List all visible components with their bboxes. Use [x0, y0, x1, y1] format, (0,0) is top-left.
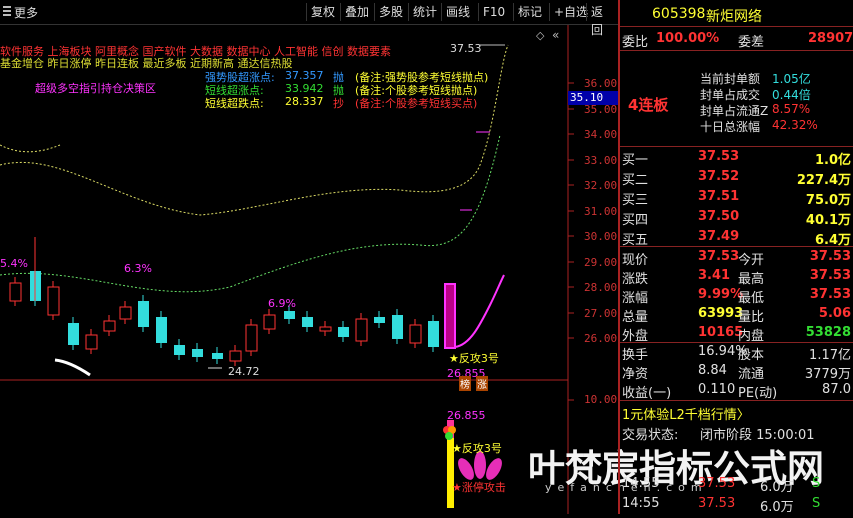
- candle-body: [192, 349, 203, 357]
- stats-row: 涨跌 3.41 最高 37.53: [622, 268, 851, 287]
- zhang-badge[interactable]: 涨: [476, 376, 488, 391]
- toolbar-button-3[interactable]: 统计: [408, 3, 441, 21]
- candle-body: [229, 350, 242, 362]
- chart-toolbar: 更多 复权 叠加 多股 统计 画线 F10 标记 +自选 返回: [0, 0, 618, 37]
- seal-item: 封单占成交 0.44倍: [700, 88, 811, 102]
- candle-body: [9, 282, 22, 302]
- zhangting-label: ★涨停攻击: [452, 481, 506, 494]
- indicator-3-signal: 抄: [333, 97, 344, 110]
- indicator-3-label: 短线超跌点:: [205, 97, 264, 110]
- collapse-icon[interactable]: «: [552, 28, 559, 42]
- axis-tick-label: 27.00: [584, 307, 618, 320]
- l2-promo-link[interactable]: 1元体验L2千档行情〉: [620, 402, 853, 423]
- stats-row: 现价 37.53 今开 37.53: [622, 249, 851, 268]
- toolbar-button-6[interactable]: 标记: [513, 3, 546, 21]
- axis-tick-label: 29.00: [584, 256, 618, 269]
- axis-tick-label: 36.00: [584, 77, 618, 90]
- candle-body: [212, 353, 223, 359]
- toolbar-button-4[interactable]: 画线: [441, 3, 474, 21]
- candle-body: [409, 324, 422, 344]
- indicator-2-value: 33.942: [285, 82, 324, 95]
- candle-body: [392, 315, 403, 339]
- candle-body: [319, 326, 332, 332]
- toolbar-button-8[interactable]: 返回: [586, 3, 618, 37]
- seal-item: 封单占流通Z 8.57%: [700, 102, 811, 118]
- candle-body: [245, 324, 258, 352]
- toolbar-button-1[interactable]: 叠加: [340, 3, 373, 21]
- candle-body: [338, 327, 349, 337]
- candle-body: [355, 318, 368, 342]
- stats-row: 涨幅 9.99% 最低 37.53: [622, 287, 851, 306]
- candle-body: [119, 306, 132, 320]
- weibi-row: 委比 100.00% 委差 28907: [622, 31, 853, 50]
- diamond-icon[interactable]: ◇: [536, 29, 544, 42]
- candle-body: [302, 317, 313, 327]
- candle-body: [284, 311, 295, 319]
- pct-label-1: 5.4%: [0, 257, 28, 270]
- axis-current-price: 35.10: [568, 91, 618, 105]
- stock-code: 605398: [652, 6, 706, 22]
- tick-row: 14:55 37.53 6.0万 S: [622, 476, 821, 495]
- fangong-label-1: ★反攻3号: [449, 352, 499, 365]
- tick-row: 14:55 37.53 6.0万 S: [622, 496, 821, 515]
- kline-chart[interactable]: 软件服务 上海板块 阿里概念 国产软件 大数据 数据中心 人工智能 信创 数据要…: [0, 25, 824, 514]
- stats-row: 总量 63993 量比 5.06: [622, 306, 851, 325]
- candle-body: [103, 320, 116, 332]
- bid-row[interactable]: 买二 37.52 227.4万: [620, 167, 853, 188]
- candle-body: [174, 345, 185, 355]
- axis-tick-label: 26.00: [584, 332, 618, 345]
- menu-icon[interactable]: [3, 6, 11, 18]
- bang-badge[interactable]: 榜: [459, 376, 471, 391]
- axis-sub-label: 10.00: [584, 393, 618, 406]
- sub-price-label-2: 26.855: [447, 409, 486, 422]
- seal-item: 十日总涨幅 42.32%: [700, 118, 818, 134]
- bid-row[interactable]: 买五 37.49 6.4万: [620, 227, 853, 248]
- low-price-label: 24.72: [228, 365, 260, 378]
- candle-body: [138, 301, 149, 327]
- bid-row[interactable]: 买三 37.51 75.0万: [620, 187, 853, 208]
- trade-status-row: 交易状态: 闭市阶段 15:00:01: [622, 428, 815, 443]
- axis-tick-label: 28.00: [584, 281, 618, 294]
- indicator-1-value: 37.357: [285, 69, 324, 82]
- stats-row: 外盘 10165 内盘 53828: [622, 325, 851, 344]
- top-price-label: 37.53: [450, 42, 482, 55]
- stats2-row: 收益(一) 0.110 PE(动) 87.0: [622, 382, 851, 401]
- stock-name: 新炬网络: [706, 9, 762, 25]
- candle-body: [263, 314, 276, 330]
- candle-body: [85, 334, 98, 350]
- toolbar-button-5[interactable]: F10: [478, 3, 509, 21]
- axis-tick-label: 33.00: [584, 154, 618, 167]
- fangong-label-2: ★反攻3号: [452, 442, 502, 455]
- indicator-3-note: (备注:个股参考短线买点): [355, 97, 478, 110]
- stock-header: 605398 新炬网络: [620, 4, 853, 25]
- strategy-label: 超级多空指引持仓决策区: [35, 82, 156, 95]
- axis-tick-label: 34.00: [584, 128, 618, 141]
- bid-row[interactable]: 买一 37.53 1.0亿: [620, 147, 853, 168]
- candle-body: [374, 317, 385, 323]
- pct-label-3: 6.9%: [268, 297, 296, 310]
- toolbar-button-0[interactable]: 复权: [306, 3, 339, 21]
- axis-tick-label: 30.00: [584, 230, 618, 243]
- candle-body: [68, 323, 79, 345]
- candle-body: [47, 286, 60, 316]
- stats2-row: 换手 16.94% 股本 1.17亿: [622, 344, 851, 363]
- axis-tick-label: 32.00: [584, 179, 618, 192]
- bid-row[interactable]: 买四 37.50 40.1万: [620, 207, 853, 228]
- candle-body: [428, 321, 439, 347]
- stats2-row: 净资 8.84 流通 3779万: [622, 363, 851, 382]
- more-button[interactable]: 更多: [14, 4, 38, 21]
- seal-item: 当前封单额 1.05亿: [700, 72, 811, 86]
- candle-body: [156, 317, 167, 343]
- toolbar-button-2[interactable]: 多股: [374, 3, 407, 21]
- pct-label-2: 6.3%: [124, 262, 152, 275]
- axis-tick-label: 31.00: [584, 205, 618, 218]
- indicator-3-value: 28.337: [285, 95, 324, 108]
